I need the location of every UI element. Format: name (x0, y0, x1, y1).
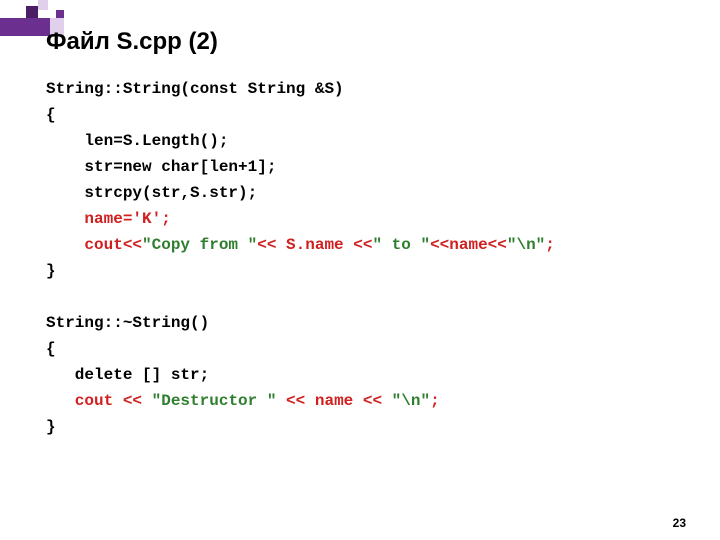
code-line: { (46, 336, 680, 362)
code-line: } (46, 258, 680, 284)
code-blank (46, 284, 680, 310)
code-line: strcpy(str,S.str); (46, 180, 680, 206)
code-line: { (46, 102, 680, 128)
code-block: String::String(const String &S) { len=S.… (46, 76, 680, 440)
code-line: String::~String() (46, 310, 680, 336)
code-line: String::String(const String &S) (46, 76, 680, 102)
code-line: delete [] str; (46, 362, 680, 388)
code-line-highlight: cout<<"Copy from "<< S.name <<" to "<<na… (46, 232, 680, 258)
code-line: } (46, 414, 680, 440)
code-line-highlight: cout << "Destructor " << name << "\n"; (46, 388, 680, 414)
code-line: str=new char[len+1]; (46, 154, 680, 180)
page-number: 23 (673, 516, 686, 530)
slide-title: Файл S.cpp (2) (46, 28, 218, 56)
code-line-highlight: name='K'; (46, 206, 680, 232)
code-line: len=S.Length(); (46, 128, 680, 154)
